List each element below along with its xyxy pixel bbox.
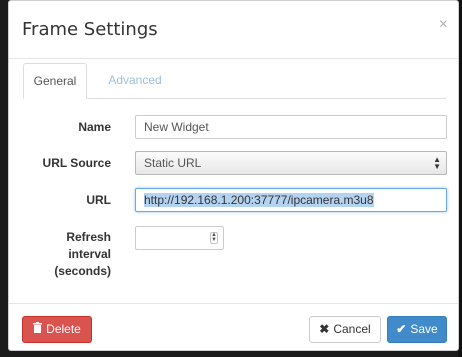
refresh-interval-stepper[interactable]: ▲ ▼ (135, 226, 224, 250)
refresh-label-line1: Refresh (66, 230, 111, 244)
cancel-label: Cancel (333, 322, 371, 336)
close-icon[interactable]: × (439, 17, 448, 33)
delete-label: Delete (46, 322, 81, 336)
tab-bar: General Advanced (23, 63, 446, 99)
url-source-label: URL Source (42, 156, 111, 170)
delete-button[interactable]: Delete (22, 316, 92, 343)
url-label: URL (86, 193, 111, 207)
name-input[interactable]: New Widget (135, 115, 447, 139)
dialog-footer: Delete ✖ Cancel ✔ Save (9, 303, 458, 352)
check-icon: ✔ (396, 322, 407, 336)
tab-general[interactable]: General (23, 63, 87, 99)
dialog-title: Frame Settings (22, 19, 158, 40)
dialog-header: Frame Settings × (9, 1, 458, 59)
url-value: http://192.168.1.200:37777/ipcamera.m3u8 (144, 193, 374, 207)
refresh-label-line2: interval (68, 247, 111, 261)
refresh-label-line3: (seconds) (54, 264, 111, 278)
save-label: Save (410, 322, 438, 336)
spinner-arrows-icon[interactable]: ▲ ▼ (210, 232, 218, 244)
url-source-value: Static URL (144, 156, 202, 170)
url-source-select[interactable]: Static URL ▲ ▼ (135, 151, 447, 175)
cancel-button[interactable]: ✖ Cancel (309, 316, 381, 343)
refresh-label: Refresh interval (seconds) (54, 229, 111, 280)
frame-settings-dialog: Frame Settings × General Advanced Name N… (8, 0, 459, 351)
url-input[interactable]: http://192.168.1.200:37777/ipcamera.m3u8 (135, 188, 447, 212)
name-label: Name (78, 120, 111, 134)
times-icon: ✖ (319, 322, 330, 336)
save-button[interactable]: ✔ Save (387, 316, 447, 343)
trash-icon (33, 317, 43, 342)
select-caret-icon: ▲ ▼ (433, 155, 441, 171)
tab-advanced[interactable]: Advanced (87, 63, 183, 99)
